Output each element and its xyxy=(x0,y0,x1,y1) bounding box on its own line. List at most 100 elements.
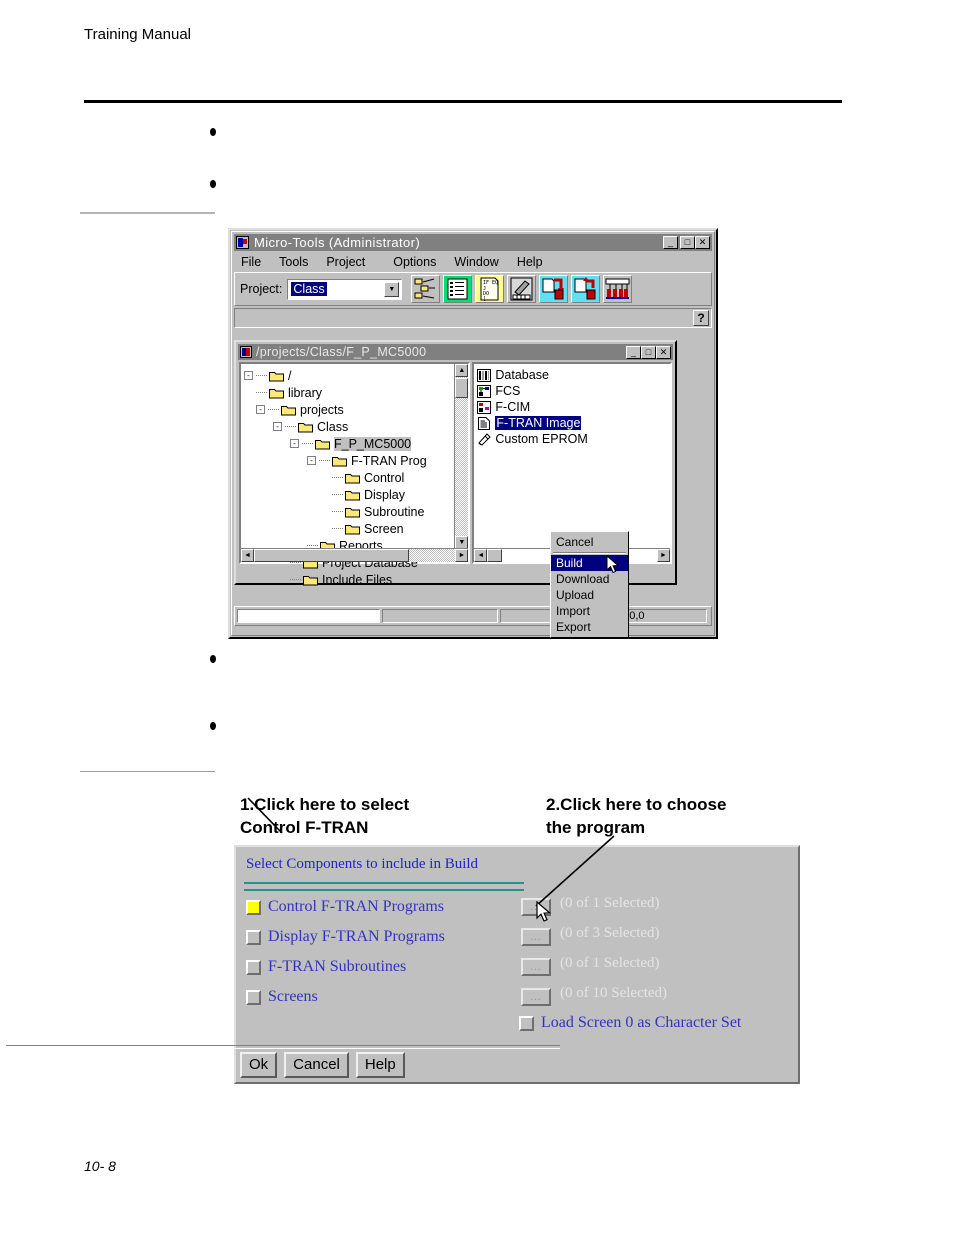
upload-tool-icon[interactable] xyxy=(571,275,601,303)
tree-node-label: Display xyxy=(364,487,405,502)
browse-button-display-ftran[interactable]: ... xyxy=(521,928,551,946)
tree-node[interactable]: Display xyxy=(244,486,454,503)
scroll-up-arrow-icon[interactable]: ▲ xyxy=(455,364,469,377)
dialog-row-ftran-subroutines[interactable]: F-TRAN Subroutines xyxy=(246,955,406,979)
list-item[interactable]: Custom EPROM xyxy=(477,431,666,447)
list-item-selected[interactable]: F-TRAN Image xyxy=(477,415,666,431)
project-tree-pane[interactable]: - / library - projects - Class - F_P_MC5… xyxy=(239,362,471,587)
menu-separator xyxy=(553,552,626,554)
dialog-row-control-ftran[interactable]: Control F-TRAN Programs xyxy=(246,895,444,919)
tree-node[interactable]: Include Files xyxy=(244,571,454,588)
project-combo-box[interactable]: Class ▼ xyxy=(287,278,403,300)
list-item-label: Custom EPROM xyxy=(495,432,588,446)
mdi-title-bar[interactable]: /projects/Class/F_P_MC5000 _ □ ✕ xyxy=(238,344,673,360)
expander-icon[interactable]: - xyxy=(244,371,253,380)
build-tool-icon[interactable] xyxy=(507,275,537,303)
expander-icon[interactable]: - xyxy=(256,405,265,414)
tree-node[interactable]: - / xyxy=(244,367,454,384)
folder-icon xyxy=(345,523,360,535)
scroll-left-arrow-icon[interactable]: ◄ xyxy=(241,549,254,562)
minimize-button[interactable]: _ xyxy=(663,236,678,249)
project-browser-window: /projects/Class/F_P_MC5000 _ □ ✕ - / lib… xyxy=(234,340,677,638)
expander-icon[interactable]: - xyxy=(273,422,282,431)
ok-button[interactable]: Ok xyxy=(240,1052,278,1078)
menu-options[interactable]: Options xyxy=(386,255,443,269)
menu-window[interactable]: Window xyxy=(447,255,505,269)
browse-button-ftran-subroutines[interactable]: ... xyxy=(521,958,551,976)
context-menu-item-export[interactable]: Export xyxy=(551,619,628,635)
mdi-close-button[interactable]: ✕ xyxy=(656,346,671,359)
database-tool-icon[interactable] xyxy=(443,275,473,303)
scroll-right-arrow-icon[interactable]: ► xyxy=(657,549,670,562)
mouse-cursor-icon-dialog xyxy=(536,900,552,929)
tree-node[interactable]: - Class xyxy=(244,418,454,435)
mdi-maximize-button[interactable]: □ xyxy=(641,346,656,359)
tree-node[interactable]: - projects xyxy=(244,401,454,418)
context-menu-item-cancel[interactable]: Cancel xyxy=(551,534,628,550)
tree-line xyxy=(256,371,268,380)
tree-tool-icon[interactable] xyxy=(411,275,441,303)
context-menu[interactable]: Cancel Build Download Upload Import Expo… xyxy=(550,531,629,638)
mouse-cursor-icon xyxy=(606,554,620,580)
tree-line xyxy=(332,507,344,516)
cancel-button[interactable]: Cancel xyxy=(284,1052,349,1078)
tree-node[interactable]: library xyxy=(244,384,454,401)
scroll-track[interactable] xyxy=(455,377,469,536)
menu-file[interactable]: File xyxy=(234,255,268,269)
scroll-thumb[interactable] xyxy=(487,549,503,562)
menu-project[interactable]: Project xyxy=(319,255,372,269)
tree-node[interactable]: Subroutine xyxy=(244,503,454,520)
app-icon xyxy=(236,236,249,249)
list-item[interactable]: F-CIM xyxy=(477,399,666,415)
tree-vertical-scrollbar[interactable]: ▲ ▼ xyxy=(454,364,469,549)
checkbox-screens[interactable] xyxy=(246,989,261,1005)
checkbox-display-ftran-programs[interactable] xyxy=(246,929,261,945)
checkbox-load-screen-character-set[interactable] xyxy=(519,1015,534,1031)
mdi-title-text: /projects/Class/F_P_MC5000 xyxy=(256,345,427,359)
folder-icon xyxy=(332,455,347,467)
dialog-row-display-ftran[interactable]: Display F-TRAN Programs xyxy=(246,925,445,949)
help-button[interactable]: ? xyxy=(693,310,709,326)
tree-node-label: Subroutine xyxy=(364,504,425,519)
program-tool-icon[interactable]: IF EQ J DO[ xyxy=(475,275,505,303)
list-item[interactable]: Database xyxy=(477,367,666,383)
label-control-ftran-programs: Control F-TRAN Programs xyxy=(268,898,444,915)
tree-node[interactable]: Control xyxy=(244,469,454,486)
expander-icon[interactable]: - xyxy=(290,439,299,448)
scroll-left-arrow-icon[interactable]: ◄ xyxy=(474,549,488,562)
list-item[interactable]: FCS xyxy=(477,383,666,399)
eprom-tool-icon[interactable] xyxy=(603,275,633,303)
scroll-thumb[interactable] xyxy=(254,549,409,562)
help-button[interactable]: Help xyxy=(355,1052,405,1078)
chevron-down-icon[interactable]: ▼ xyxy=(384,281,400,297)
tree-node[interactable]: - F-TRAN Prog xyxy=(244,452,454,469)
menu-tools[interactable]: Tools xyxy=(272,255,315,269)
browse-button-screens[interactable]: ... xyxy=(521,988,551,1006)
download-tool-icon[interactable] xyxy=(539,275,569,303)
component-list: Database FCS F-CIM F-TRAN Image Custom E… xyxy=(477,367,666,447)
label-load-screen-character-set: Load Screen 0 as Character Set xyxy=(541,1014,742,1031)
menu-help[interactable]: Help xyxy=(510,255,550,269)
app-secondary-bar: ? xyxy=(234,308,712,328)
dialog-row-load-screen[interactable]: Load Screen 0 as Character Set xyxy=(519,1014,741,1032)
maximize-button[interactable]: □ xyxy=(680,236,695,249)
scroll-right-arrow-icon[interactable]: ► xyxy=(455,549,469,562)
context-menu-item-upload[interactable]: Upload xyxy=(551,587,628,603)
tree-node[interactable]: Screen xyxy=(244,520,454,537)
tree-line xyxy=(332,524,344,533)
status-cell-1 xyxy=(237,609,380,623)
tree-horizontal-scrollbar[interactable]: ◄ ► xyxy=(241,548,469,562)
context-menu-item-import[interactable]: Import xyxy=(551,603,628,619)
mdi-minimize-button[interactable]: _ xyxy=(626,346,641,359)
close-button[interactable]: ✕ xyxy=(695,236,710,249)
app-title-bar[interactable]: Micro-Tools (Administrator) _ □ ✕ xyxy=(234,234,712,251)
manual-page: Training Manual 10- 8 Micro-Tools (Admin… xyxy=(0,0,954,1235)
dialog-row-screens[interactable]: Screens xyxy=(246,985,318,1009)
dialog-heading: Select Components to include in Build xyxy=(246,856,479,872)
tree-node-label: library xyxy=(288,385,323,400)
expander-icon[interactable]: - xyxy=(307,456,316,465)
checkbox-ftran-subroutines[interactable] xyxy=(246,959,261,975)
scroll-thumb[interactable] xyxy=(455,378,469,398)
checkbox-control-ftran-programs[interactable] xyxy=(246,899,261,915)
tree-node[interactable]: - F_P_MC5000 xyxy=(244,435,454,452)
